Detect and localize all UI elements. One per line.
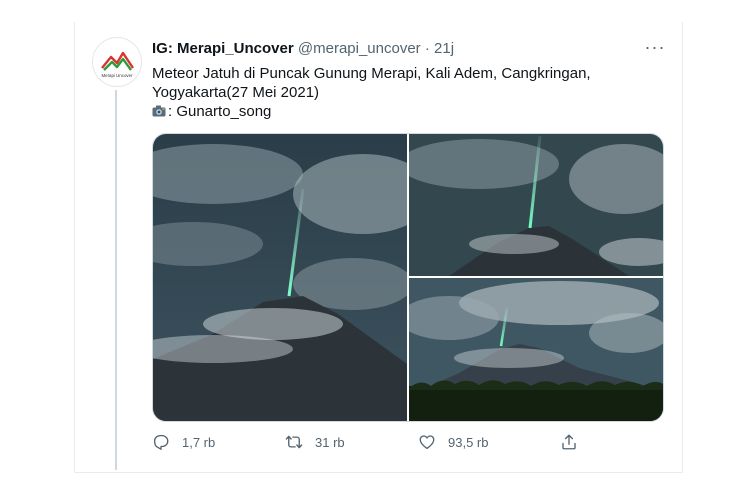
tweet-actions: 1,7 rb 31 rb 93,5 rb	[152, 430, 652, 454]
reply-icon	[153, 434, 169, 450]
avatar[interactable]: Merapi Uncover	[92, 37, 142, 87]
share-button[interactable]	[560, 430, 578, 454]
tweet-time[interactable]: 21j	[434, 40, 454, 57]
meteor-photo-1	[153, 134, 407, 421]
retweet-button[interactable]: 31 rb	[285, 430, 345, 454]
user-handle[interactable]: @merapi_uncover	[298, 40, 421, 57]
display-name[interactable]: IG: Merapi_Uncover	[152, 40, 294, 57]
retweet-icon	[285, 435, 303, 449]
tweet-text: Meteor Jatuh di Puncak Gunung Merapi, Ka…	[152, 64, 652, 121]
thread-line	[115, 90, 117, 470]
photo-2[interactable]	[409, 134, 663, 276]
reply-count: 1,7 rb	[182, 434, 216, 450]
like-count: 93,5 rb	[448, 434, 489, 450]
tweet-header: IG: Merapi_Uncover @merapi_uncover · 21j	[152, 40, 454, 57]
tweet-text-line-2: Yogyakarta(27 Mei 2021)	[152, 84, 320, 101]
more-button[interactable]: ···	[644, 36, 666, 58]
tweet-credit: : Gunarto_song	[168, 103, 272, 120]
more-icon: ···	[644, 36, 666, 57]
tweet-text-line-1: Meteor Jatuh di Puncak Gunung Merapi, Ka…	[152, 65, 591, 82]
separator-dot: ·	[424, 40, 430, 57]
avatar-text: Merapi Uncover	[102, 73, 134, 78]
meteor-photo-2	[409, 134, 663, 276]
photo-1[interactable]	[153, 134, 407, 421]
reply-button[interactable]: 1,7 rb	[152, 430, 215, 454]
tweet-credit-line: : Gunarto_song	[152, 102, 652, 121]
mountain-logo-icon: Merapi Uncover	[101, 51, 134, 78]
meteor-photo-3	[409, 278, 663, 421]
retweet-count: 31 rb	[315, 434, 345, 450]
heart-icon	[419, 435, 435, 450]
share-icon	[562, 434, 576, 450]
photo-3[interactable]	[409, 278, 663, 421]
media-grid	[152, 133, 664, 422]
camera-icon	[152, 105, 166, 117]
like-button[interactable]: 93,5 rb	[418, 430, 488, 454]
